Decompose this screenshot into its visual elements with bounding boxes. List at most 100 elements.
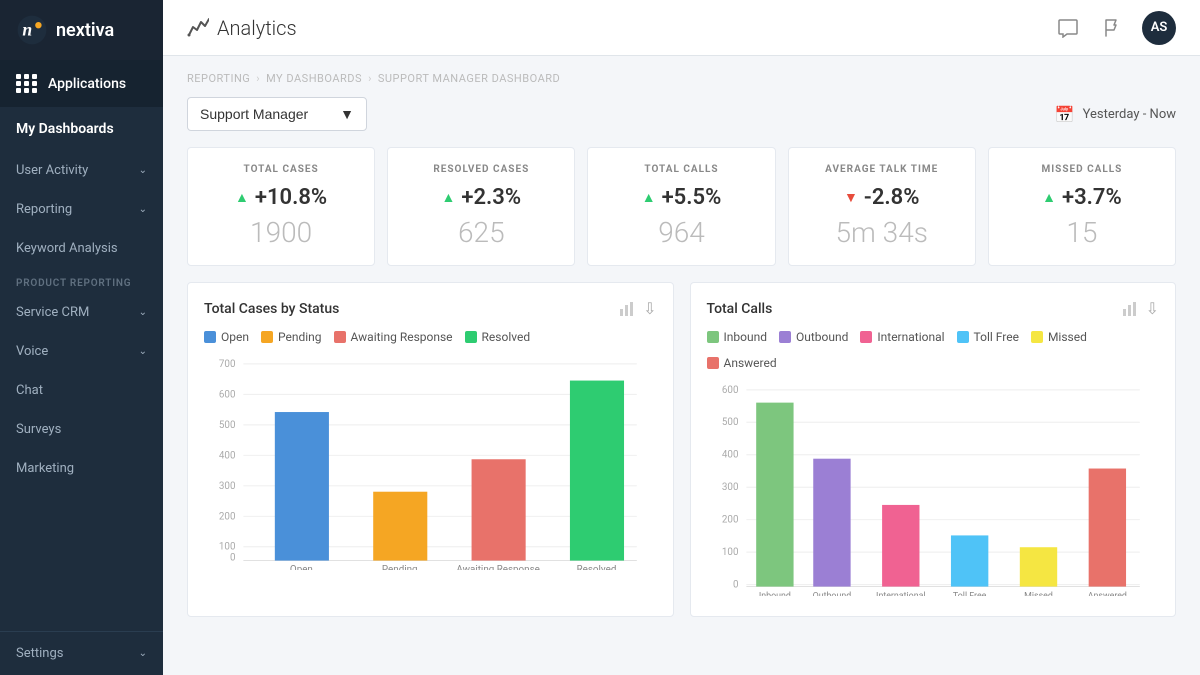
svg-text:600: 600 [219, 389, 236, 400]
page-title: Analytics [217, 16, 297, 40]
legend-toll-free: Toll Free [957, 330, 1019, 344]
chart-calls-legend: Inbound Outbound International Toll Free [707, 330, 1160, 370]
arrow-up-icon: ▲ [1042, 189, 1056, 206]
svg-text:Awaiting Response: Awaiting Response [456, 564, 540, 570]
sidebar-item-voice[interactable]: Voice ⌄ [0, 332, 163, 371]
nextiva-logo-icon: n [16, 14, 48, 46]
legend-pending: Pending [261, 330, 322, 344]
legend-answered: Answered [707, 356, 777, 370]
bar-open [275, 412, 329, 561]
legend-inbound: Inbound [707, 330, 767, 344]
svg-text:600: 600 [721, 385, 738, 396]
bar-chart-icon [1122, 301, 1138, 317]
sidebar-apps-button[interactable]: Applications [0, 60, 163, 107]
svg-text:Pending: Pending [382, 564, 418, 570]
user-avatar[interactable]: AS [1142, 11, 1176, 45]
legend-open: Open [204, 330, 249, 344]
stat-card-total-calls: TOTAL CALLS ▲ +5.5% 964 [587, 147, 775, 266]
svg-text:0: 0 [732, 580, 738, 591]
sidebar-bottom: Settings ⌄ [0, 631, 163, 675]
bar-resolved [570, 381, 624, 561]
stat-change-resolved-cases: ▲ +2.3% [442, 185, 522, 210]
svg-text:Toll Free: Toll Free [952, 591, 986, 596]
sidebar-item-service-crm[interactable]: Service CRM ⌄ [0, 293, 163, 332]
calendar-icon: 📅 [1055, 105, 1075, 124]
svg-text:400: 400 [721, 450, 738, 461]
sidebar-item-reporting[interactable]: Reporting ⌄ [0, 190, 163, 229]
sidebar-item-my-dashboards[interactable]: My Dashboards [0, 107, 163, 151]
date-range-picker[interactable]: 📅 Yesterday - Now [1055, 105, 1176, 124]
sidebar-item-surveys[interactable]: Surveys [0, 410, 163, 449]
svg-text:300: 300 [219, 481, 236, 492]
legend-dot-resolved [465, 331, 477, 343]
svg-text:Open: Open [290, 564, 313, 570]
topbar: Analytics AS [163, 0, 1200, 56]
dashboard-selector-dropdown[interactable]: Support Manager ▼ [187, 97, 367, 131]
legend-missed: Missed [1031, 330, 1087, 344]
sidebar-item-chat[interactable]: Chat [0, 371, 163, 410]
bar-chart-icon [619, 301, 635, 317]
svg-text:500: 500 [219, 420, 236, 431]
arrow-up-icon: ▲ [442, 189, 456, 206]
sidebar-item-settings[interactable]: Settings ⌄ [0, 632, 163, 675]
svg-text:100: 100 [219, 542, 236, 553]
chevron-down-icon: ⌄ [139, 165, 147, 176]
product-reporting-section-label: PRODUCT REPORTING [0, 268, 163, 293]
sidebar: n nextiva Applications My Dashboards Use… [0, 0, 163, 675]
download-icon[interactable]: ⇩ [643, 299, 656, 318]
bar-answered [1088, 469, 1125, 587]
chevron-down-icon: ⌄ [139, 307, 147, 318]
sidebar-item-user-activity[interactable]: User Activity ⌄ [0, 151, 163, 190]
svg-text:100: 100 [721, 547, 738, 558]
chart-total-calls: Total Calls ⇩ Inbound Outbound [690, 282, 1177, 617]
svg-text:400: 400 [219, 450, 236, 461]
stat-change-total-cases: ▲ +10.8% [235, 185, 327, 210]
sidebar-item-marketing[interactable]: Marketing [0, 449, 163, 488]
stat-card-total-cases: TOTAL CASES ▲ +10.8% 1900 [187, 147, 375, 266]
svg-text:200: 200 [721, 515, 738, 526]
sidebar-item-keyword-analysis[interactable]: Keyword Analysis [0, 229, 163, 268]
flag-icon-button[interactable] [1098, 14, 1126, 42]
stats-row: TOTAL CASES ▲ +10.8% 1900 RESOLVED CASES… [187, 147, 1176, 266]
stat-card-resolved-cases: RESOLVED CASES ▲ +2.3% 625 [387, 147, 575, 266]
calls-bar-chart-svg: 600 500 400 300 200 100 0 Inbound Outbou… [707, 380, 1160, 596]
legend-dot-outbound [779, 331, 791, 343]
chevron-down-icon: ⌄ [139, 204, 147, 215]
legend-dot-awaiting [334, 331, 346, 343]
arrow-up-icon: ▲ [235, 189, 249, 206]
svg-text:Missed: Missed [1024, 591, 1053, 596]
legend-dot-inbound [707, 331, 719, 343]
chevron-down-icon: ▼ [340, 106, 354, 122]
stat-change-avg-talk-time: ▼ -2.8% [844, 185, 920, 210]
legend-resolved: Resolved [465, 330, 531, 344]
content-area: Reporting › My Dashboards › Support Mana… [163, 56, 1200, 675]
legend-dot-toll-free [957, 331, 969, 343]
legend-dot-international [860, 331, 872, 343]
breadcrumb: Reporting › My Dashboards › Support Mana… [187, 72, 1176, 85]
svg-text:International: International [876, 591, 926, 596]
bar-toll-free [950, 535, 987, 586]
bar-pending [373, 492, 427, 561]
legend-dot-missed [1031, 331, 1043, 343]
chevron-down-icon: ⌄ [139, 346, 147, 357]
chart-cases-legend: Open Pending Awaiting Response Resolved [204, 330, 657, 344]
legend-dot-pending [261, 331, 273, 343]
legend-dot-open [204, 331, 216, 343]
stat-card-avg-talk-time: AVERAGE TALK TIME ▼ -2.8% 5m 34s [788, 147, 976, 266]
stat-change-total-calls: ▲ +5.5% [642, 185, 722, 210]
bar-missed [1019, 547, 1056, 586]
sidebar-logo: n nextiva [0, 0, 163, 60]
charts-row: Total Cases by Status ⇩ Open Pending [187, 282, 1176, 617]
bar-inbound [756, 403, 793, 587]
toolbar-row: Support Manager ▼ 📅 Yesterday - Now [187, 97, 1176, 131]
chat-icon-button[interactable] [1054, 14, 1082, 42]
stat-change-missed-calls: ▲ +3.7% [1042, 185, 1122, 210]
chevron-down-icon: ⌄ [139, 648, 147, 659]
svg-text:0: 0 [230, 553, 236, 564]
svg-text:Resolved: Resolved [577, 564, 617, 570]
bar-international [882, 505, 919, 587]
svg-text:n: n [22, 20, 32, 40]
bar-awaiting [472, 459, 526, 560]
download-icon[interactable]: ⇩ [1146, 299, 1159, 318]
svg-text:300: 300 [721, 482, 738, 493]
